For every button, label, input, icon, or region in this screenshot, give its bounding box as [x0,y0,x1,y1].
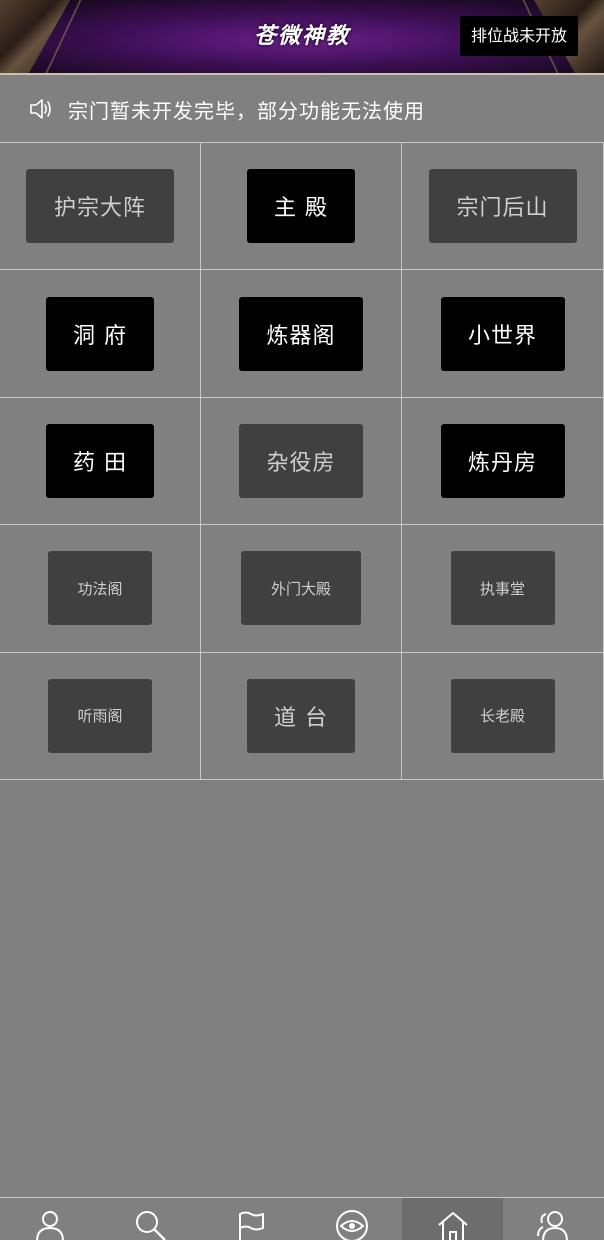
grid-cell: 护宗大阵 [0,143,201,271]
grid-cell: 小世界 [402,270,604,398]
building-grid: 护宗大阵 主 殿 宗门后山 洞 府 炼器阁 小世界 药 田 杂役房 炼丹房 功法… [0,142,604,780]
small-world-button[interactable]: 小世界 [440,296,565,371]
protect-array-button[interactable]: 护宗大阵 [26,169,174,244]
nav-search[interactable] [101,1198,202,1240]
speaker-icon [30,99,51,119]
eye-icon [336,1210,369,1240]
group-icon [537,1211,569,1240]
notice-bar: 宗门暂未开发完毕，部分功能无法使用 [0,77,604,141]
chore-house-button[interactable]: 杂役房 [239,423,363,498]
grid-cell: 炼丹房 [402,397,604,526]
cave-dwelling-button[interactable]: 洞 府 [46,296,154,371]
nav-sect-home[interactable] [402,1198,503,1240]
grid-cell: 听雨阁 [0,652,201,780]
grid-cell: 功法阁 [0,525,201,653]
outer-hall-button[interactable]: 外门大殿 [241,551,361,626]
steward-hall-button[interactable]: 执事堂 [450,551,555,626]
nav-group[interactable] [503,1198,604,1240]
elder-hall-button[interactable]: 长老殿 [450,678,555,753]
flag-icon [239,1211,265,1240]
grid-cell: 主 殿 [201,143,402,271]
user-icon [36,1211,65,1240]
nav-profile[interactable] [0,1198,101,1240]
grid-cell: 药 田 [0,397,201,526]
home-icon [438,1212,468,1240]
grid-cell: 道 台 [201,652,402,780]
nav-view[interactable] [302,1198,403,1240]
grid-cell: 执事堂 [402,525,604,653]
grid-cell: 宗门后山 [402,143,604,271]
alchemy-room-button[interactable]: 炼丹房 [440,423,565,498]
grid-cell: 杂役房 [201,397,402,526]
dao-platform-button[interactable]: 道 台 [247,678,355,753]
grid-cell: 外门大殿 [201,525,402,653]
main-hall-button[interactable]: 主 殿 [247,169,355,244]
technique-pavilion-button[interactable]: 功法阁 [48,551,152,626]
grid-cell: 洞 府 [0,270,201,398]
nav-flag[interactable] [201,1198,302,1240]
top-banner: 苍微神教 排位战未开放 [0,0,604,75]
forge-pavilion-button[interactable]: 炼器阁 [239,296,363,371]
herb-field-button[interactable]: 药 田 [46,423,154,498]
rain-pavilion-button[interactable]: 听雨阁 [48,678,152,753]
search-icon [135,1211,166,1240]
back-mountain-button[interactable]: 宗门后山 [428,169,577,244]
grid-cell: 长老殿 [402,652,604,780]
rank-battle-button[interactable]: 排位战未开放 [460,16,578,56]
grid-cell: 炼器阁 [201,270,402,398]
notice-text: 宗门暂未开发完毕，部分功能无法使用 [68,98,425,123]
bottom-nav [0,1197,604,1240]
